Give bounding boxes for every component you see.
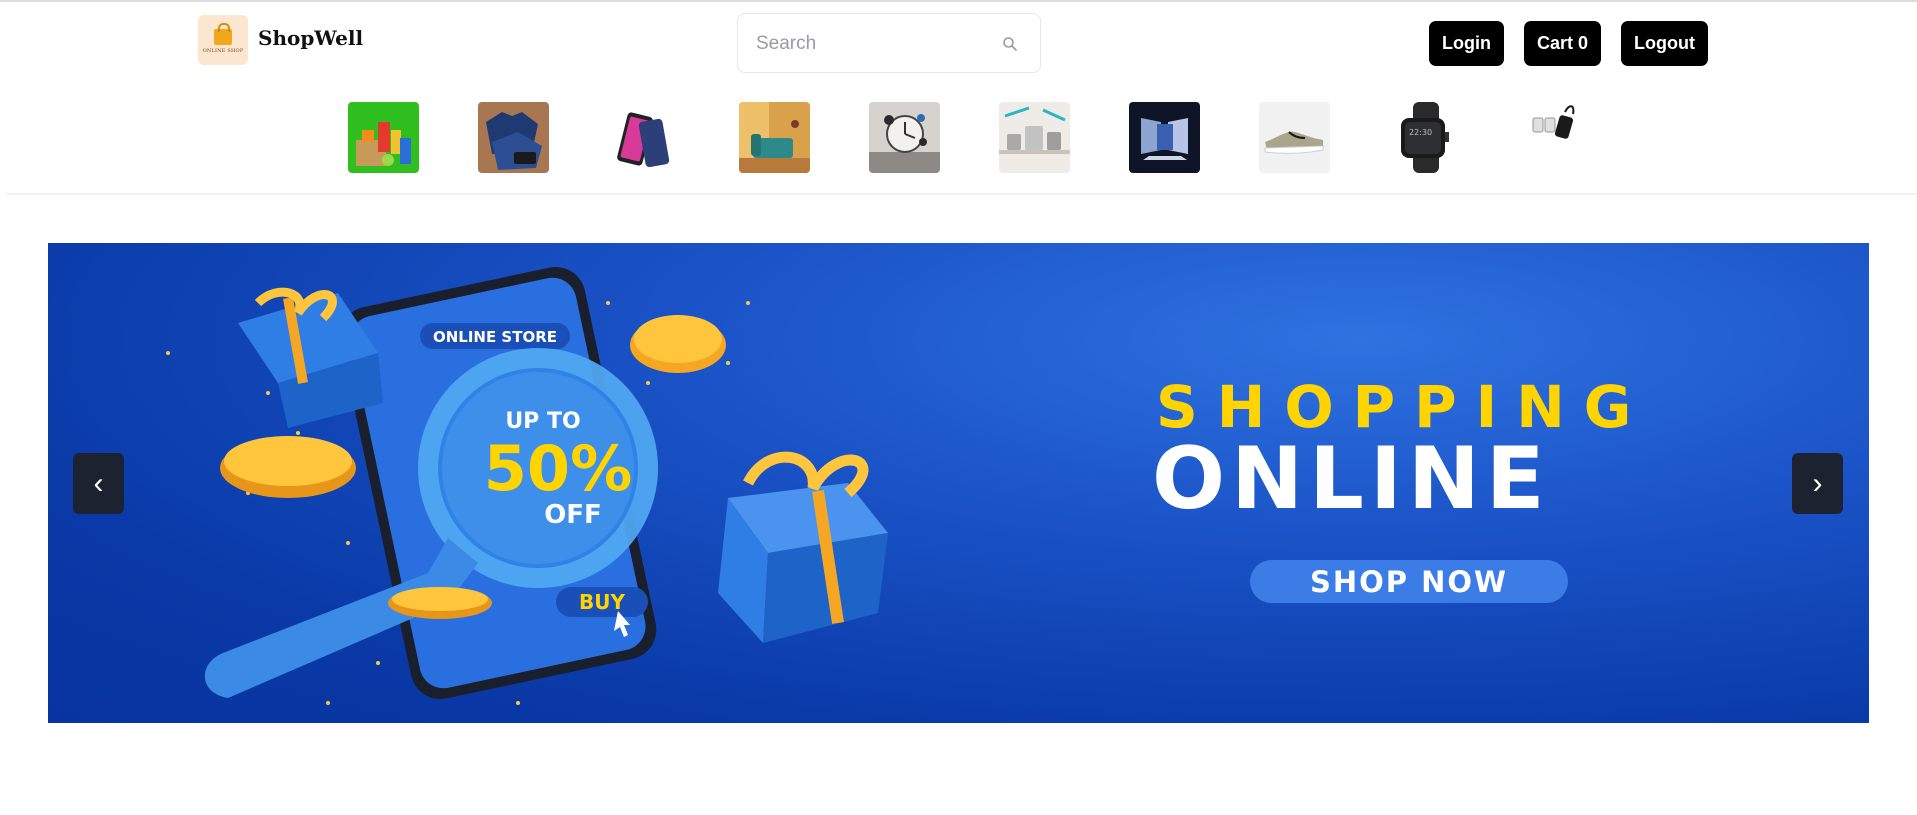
- category-accessories[interactable]: [1519, 102, 1590, 173]
- logo-text: ONLINE SHOP: [202, 47, 244, 54]
- charger-icon: [1519, 102, 1590, 173]
- category-laptops[interactable]: [1129, 102, 1200, 173]
- search-input[interactable]: [756, 32, 986, 56]
- banner-online-text: ONLINE: [1152, 429, 1551, 529]
- banner-artwork: ONLINE STORE UP TO 50% OFF BUY: [166, 266, 888, 705]
- shop-now-button[interactable]: SHOP NOW: [1250, 560, 1568, 603]
- category-footwear[interactable]: [1259, 102, 1330, 173]
- category-kitchen[interactable]: [999, 102, 1070, 173]
- grocery-icon: [348, 102, 419, 173]
- hero-banner[interactable]: ONLINE STORE UP TO 50% OFF BUY SHOPPING …: [48, 243, 1869, 723]
- logo[interactable]: ONLINE SHOP: [198, 15, 248, 65]
- up-to-label: UP TO: [505, 409, 580, 434]
- carousel-prev-button[interactable]: ‹: [73, 453, 124, 514]
- category-watches[interactable]: 22:30: [1389, 102, 1460, 173]
- cart-button[interactable]: Cart 0: [1524, 21, 1601, 66]
- category-fashion[interactable]: [478, 102, 549, 173]
- smartwatch-icon: 22:30: [1389, 102, 1460, 173]
- shopping-bag-icon: [214, 22, 232, 45]
- shirt-icon: [478, 102, 549, 173]
- discount-percent: 50%: [484, 432, 632, 505]
- laptop-icon: [1129, 102, 1200, 173]
- category-grocery[interactable]: [348, 102, 419, 173]
- smartphone-icon: [608, 102, 679, 173]
- category-furniture[interactable]: [739, 102, 810, 173]
- carousel-next-button[interactable]: ›: [1792, 453, 1843, 514]
- top-border: [0, 0, 1917, 2]
- svg-text:22:30: 22:30: [1409, 128, 1432, 137]
- cookware-icon: [999, 102, 1070, 173]
- logout-button[interactable]: Logout: [1621, 21, 1708, 66]
- off-label: OFF: [544, 500, 602, 530]
- category-strip: [7, 84, 1917, 194]
- shoe-icon: [1259, 102, 1330, 173]
- category-decor[interactable]: [869, 102, 940, 173]
- sofa-icon: [739, 102, 810, 173]
- online-store-label: ONLINE STORE: [433, 328, 557, 346]
- brand-name[interactable]: ShopWell: [258, 26, 363, 50]
- login-button[interactable]: Login: [1429, 21, 1504, 66]
- category-mobiles[interactable]: [608, 102, 679, 173]
- buy-label: BUY: [579, 590, 625, 614]
- wall-clock-icon: [869, 102, 940, 173]
- search-icon[interactable]: [1002, 36, 1018, 52]
- search-box[interactable]: [737, 13, 1041, 73]
